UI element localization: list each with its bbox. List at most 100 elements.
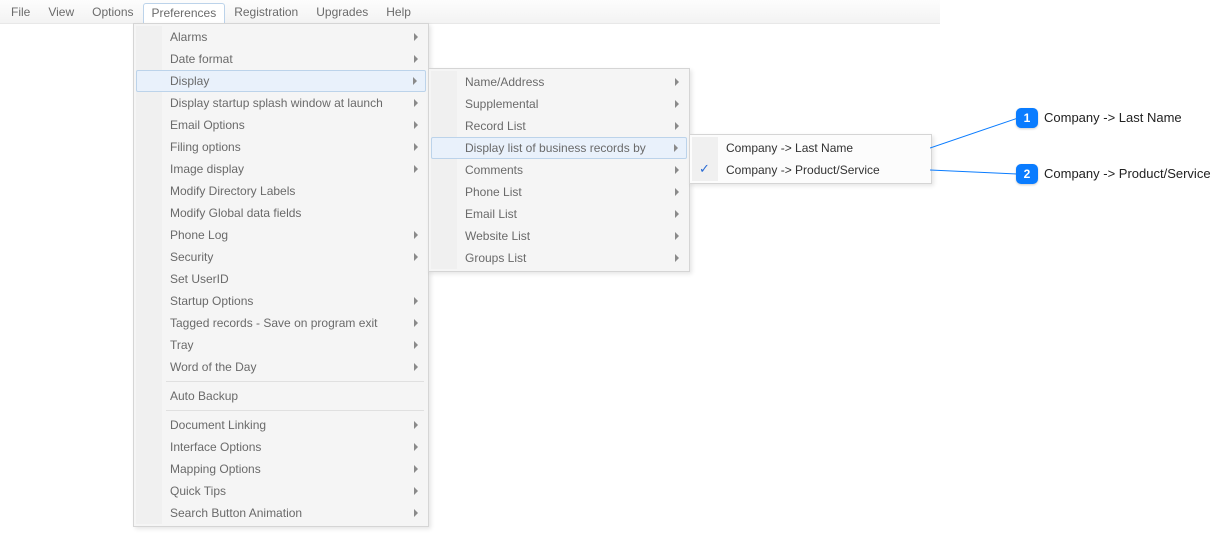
chevron-right-icon [414, 421, 418, 429]
menu-item-label: Word of the Day [170, 360, 256, 374]
menu-item-label: Display [170, 74, 209, 88]
check-icon: ✓ [699, 162, 710, 175]
menu-item-word-of-the-day[interactable]: Word of the Day [136, 356, 426, 378]
chevron-right-icon [414, 465, 418, 473]
menu-item-modify-directory-labels[interactable]: Modify Directory Labels [136, 180, 426, 202]
menu-item-label: Groups List [465, 251, 526, 265]
menu-item-tray[interactable]: Tray [136, 334, 426, 356]
chevron-right-icon [414, 231, 418, 239]
menu-item-date-format[interactable]: Date format [136, 48, 426, 70]
menubar: File View Options Preferences Registrati… [0, 0, 940, 24]
menu-item-label: Phone List [465, 185, 522, 199]
menu-upgrades[interactable]: Upgrades [307, 2, 377, 22]
callout-badge-1: 1 [1016, 108, 1038, 128]
menu-item-auto-backup[interactable]: Auto Backup [136, 385, 426, 407]
chevron-right-icon [414, 143, 418, 151]
chevron-right-icon [414, 509, 418, 517]
menu-item-image-display[interactable]: Image display [136, 158, 426, 180]
menu-item-label: Interface Options [170, 440, 261, 454]
chevron-right-icon [675, 78, 679, 86]
menu-item-company-lastname[interactable]: Company -> Last Name [692, 137, 929, 159]
chevron-right-icon [414, 341, 418, 349]
menu-item-website-list[interactable]: Website List [431, 225, 687, 247]
menu-item-label: Modify Global data fields [170, 206, 301, 220]
menu-item-supplemental[interactable]: Supplemental [431, 93, 687, 115]
menu-item-display-list-business-records[interactable]: Display list of business records by [431, 137, 687, 159]
chevron-right-icon [414, 33, 418, 41]
chevron-right-icon [414, 253, 418, 261]
chevron-right-icon [675, 122, 679, 130]
chevron-right-icon [675, 210, 679, 218]
menu-item-tagged-records[interactable]: Tagged records - Save on program exit [136, 312, 426, 334]
menu-item-label: Display list of business records by [465, 141, 646, 155]
menu-item-display[interactable]: Display [136, 70, 426, 92]
menu-item-label: Company -> Last Name [726, 141, 853, 155]
menu-options[interactable]: Options [83, 2, 142, 22]
menu-item-label: Phone Log [170, 228, 228, 242]
chevron-right-icon [414, 99, 418, 107]
chevron-right-icon [414, 319, 418, 327]
leader-line-icon [930, 168, 1020, 176]
chevron-right-icon [674, 144, 678, 152]
menu-item-label: Record List [465, 119, 526, 133]
menu-item-interface-options[interactable]: Interface Options [136, 436, 426, 458]
menu-item-email-list[interactable]: Email List [431, 203, 687, 225]
chevron-right-icon [414, 297, 418, 305]
menu-item-label: Startup Options [170, 294, 253, 308]
chevron-right-icon [414, 363, 418, 371]
menu-item-label: Email List [465, 207, 517, 221]
business-records-submenu: Company -> Last Name ✓Company -> Product… [689, 134, 932, 184]
menu-item-label: Website List [465, 229, 530, 243]
menu-item-label: Mapping Options [170, 462, 261, 476]
menu-item-quick-tips[interactable]: Quick Tips [136, 480, 426, 502]
menu-item-groups-list[interactable]: Groups List [431, 247, 687, 269]
menu-item-record-list[interactable]: Record List [431, 115, 687, 137]
callout-number: 2 [1024, 167, 1031, 181]
menu-item-company-product-service[interactable]: ✓Company -> Product/Service [692, 159, 929, 181]
menu-item-filing-options[interactable]: Filing options [136, 136, 426, 158]
menu-registration[interactable]: Registration [225, 2, 307, 22]
menu-item-label: Image display [170, 162, 244, 176]
chevron-right-icon [675, 232, 679, 240]
menu-item-label: Display startup splash window at launch [170, 96, 383, 110]
chevron-right-icon [675, 100, 679, 108]
chevron-right-icon [675, 188, 679, 196]
menu-item-label: Supplemental [465, 97, 538, 111]
callout-badge-2: 2 [1016, 164, 1038, 184]
menu-item-name-address[interactable]: Name/Address [431, 71, 687, 93]
chevron-right-icon [413, 77, 417, 85]
menu-item-comments[interactable]: Comments [431, 159, 687, 181]
chevron-right-icon [414, 165, 418, 173]
menu-separator [166, 381, 424, 382]
chevron-right-icon [414, 121, 418, 129]
menu-item-search-button-animation[interactable]: Search Button Animation [136, 502, 426, 524]
callout-text-1: Company -> Last Name [1044, 110, 1182, 125]
chevron-right-icon [414, 443, 418, 451]
menu-preferences[interactable]: Preferences [143, 3, 226, 23]
menu-item-set-userid[interactable]: Set UserID [136, 268, 426, 290]
menu-view[interactable]: View [39, 2, 83, 22]
menu-item-phone-log[interactable]: Phone Log [136, 224, 426, 246]
menu-item-mapping-options[interactable]: Mapping Options [136, 458, 426, 480]
menu-item-modify-global-data-fields[interactable]: Modify Global data fields [136, 202, 426, 224]
menu-item-startup-options[interactable]: Startup Options [136, 290, 426, 312]
menu-item-display-startup-splash[interactable]: Display startup splash window at launch [136, 92, 426, 114]
menu-item-label: Auto Backup [170, 389, 238, 403]
menu-item-phone-list[interactable]: Phone List [431, 181, 687, 203]
chevron-right-icon [675, 254, 679, 262]
menu-item-label: Filing options [170, 140, 241, 154]
menu-file[interactable]: File [2, 2, 39, 22]
menu-item-label: Alarms [170, 30, 207, 44]
menu-item-document-linking[interactable]: Document Linking [136, 414, 426, 436]
menu-item-label: Modify Directory Labels [170, 184, 295, 198]
menu-item-security[interactable]: Security [136, 246, 426, 268]
menu-item-label: Date format [170, 52, 233, 66]
menu-item-alarms[interactable]: Alarms [136, 26, 426, 48]
menu-item-label: Document Linking [170, 418, 266, 432]
menu-item-email-options[interactable]: Email Options [136, 114, 426, 136]
menu-item-label: Quick Tips [170, 484, 226, 498]
menu-item-label: Tagged records - Save on program exit [170, 316, 377, 330]
chevron-right-icon [414, 487, 418, 495]
menu-help[interactable]: Help [377, 2, 420, 22]
chevron-right-icon [675, 166, 679, 174]
